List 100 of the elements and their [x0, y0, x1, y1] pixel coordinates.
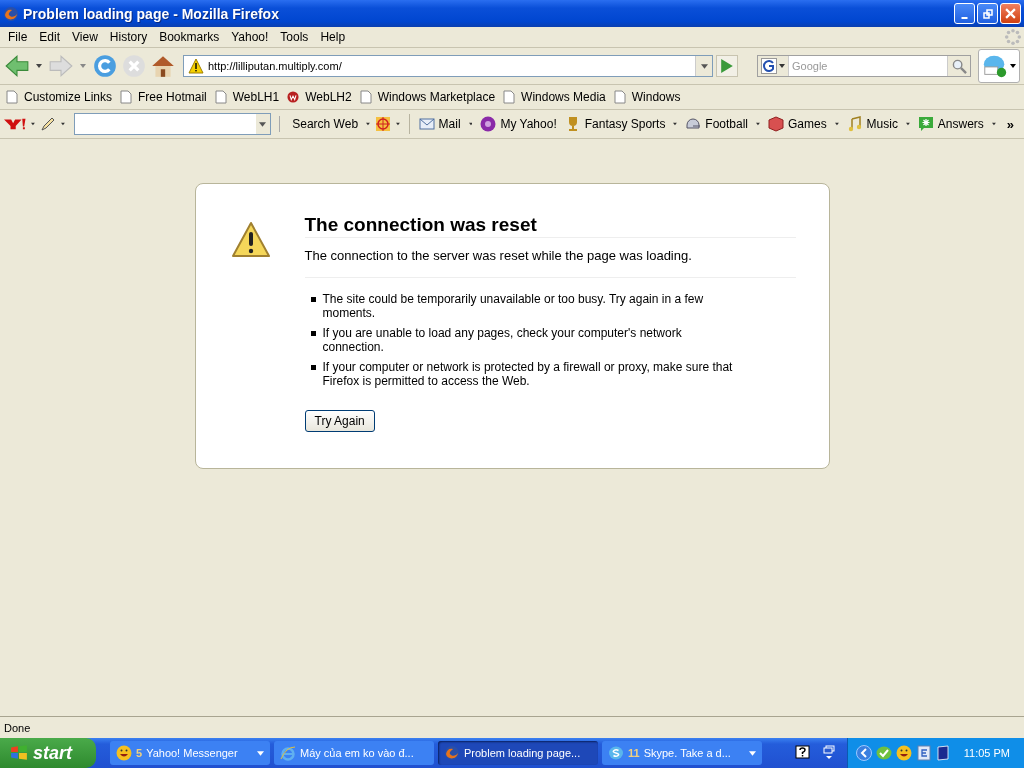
bookmark-item[interactable]: Windows Marketplace	[359, 90, 496, 104]
page-icon	[214, 90, 227, 104]
throbber-icon	[1004, 28, 1022, 46]
firefox-icon	[444, 745, 460, 761]
error-hint: If you are unable to load any pages, check your computer's network connection.	[310, 326, 796, 354]
toolbar-item[interactable]: Football	[682, 116, 752, 132]
toolbar-item[interactable]: My Yahoo!	[477, 116, 560, 132]
play-icon	[721, 59, 733, 73]
minimize-icon	[961, 16, 968, 19]
search-web-button[interactable]: Search Web	[289, 117, 362, 131]
more-button[interactable]: »	[1000, 116, 1020, 132]
yahoo-search-field[interactable]	[73, 113, 271, 135]
windows-stack-icon[interactable]	[820, 745, 837, 761]
g-logo-icon	[761, 58, 777, 74]
caret-icon	[1010, 64, 1016, 68]
error-title: The connection was reset	[304, 214, 796, 238]
toolbar-item[interactable]: Fantasy Sports	[561, 116, 669, 132]
menu-item[interactable]: Yahoo!	[225, 30, 275, 44]
search-box[interactable]: Google	[757, 55, 971, 77]
close-icon	[1005, 8, 1016, 19]
speech-bubble-icon	[917, 116, 934, 132]
toolbar-item[interactable]: Mail	[415, 116, 464, 132]
caret-icon[interactable]	[366, 122, 370, 126]
error-hint: If your computer or network is protected by a firewall or proxy, make sure that Firefox is permitted to access the Web.	[310, 360, 796, 388]
caret-icon[interactable]	[673, 122, 678, 126]
page-icon	[6, 90, 18, 104]
helmet-icon	[685, 116, 702, 132]
page-icon	[120, 90, 133, 104]
pencil-icon[interactable]	[40, 116, 57, 132]
caret-icon[interactable]	[259, 121, 267, 127]
bookmark-item[interactable]: WebLH1	[214, 90, 280, 104]
error-description: The connection to the server was reset while the page was loading.	[304, 248, 796, 278]
menu-item[interactable]: View	[66, 30, 104, 44]
taskbar-button[interactable]: 11 Skype. Take a d...	[602, 741, 762, 765]
check-icon[interactable]	[875, 745, 892, 761]
bookmark-item[interactable]: Customize Links	[6, 90, 113, 104]
taskbar-button[interactable]: Máy của em ko vào đ...	[274, 741, 434, 765]
toolbar-item[interactable]: Games	[764, 116, 830, 132]
menu-item[interactable]: Tools	[274, 30, 315, 44]
caret-icon[interactable]	[834, 122, 839, 126]
menu-item[interactable]: Help	[314, 30, 352, 44]
music-note-icon	[846, 116, 863, 132]
toolbar-item[interactable]: Music	[843, 116, 901, 132]
caret-icon[interactable]	[61, 122, 65, 126]
status-text: Done	[4, 721, 31, 734]
caret-icon[interactable]	[756, 122, 760, 126]
restore-button[interactable]	[977, 3, 998, 24]
bookmark-item[interactable]: Windows Media	[503, 90, 606, 104]
try-again-button[interactable]: Try Again	[304, 410, 375, 432]
caret-icon[interactable]	[991, 122, 996, 126]
envelope-icon	[418, 116, 435, 132]
go-button[interactable]	[716, 55, 738, 77]
minimize-button[interactable]	[954, 3, 975, 24]
caret-icon[interactable]	[396, 122, 400, 126]
clock: 11:05 PM	[963, 747, 1010, 759]
caret-icon[interactable]	[468, 122, 473, 126]
dropdown-button[interactable]	[695, 56, 712, 76]
warning-icon	[230, 220, 271, 260]
bookmark-item[interactable]: Windows	[613, 90, 681, 104]
window-title: Problem loading page - Mozilla Firefox	[23, 5, 280, 22]
back-arrow-icon[interactable]	[4, 53, 30, 79]
address-field[interactable]: http://lilliputan.multiply.com/	[183, 55, 713, 77]
page-icon	[359, 90, 372, 104]
firefox-icon	[3, 5, 19, 22]
restore-icon	[982, 8, 993, 19]
page-icon	[613, 90, 626, 104]
taskbar-button[interactable]: 5 Yahoo! Messenger	[110, 741, 270, 765]
search-engine-button[interactable]	[758, 56, 789, 76]
windows-logo-icon	[10, 744, 28, 762]
taskbar-button[interactable]: Problem loading page...	[438, 741, 598, 765]
start-button[interactable]: start	[0, 738, 96, 768]
search-icon	[951, 58, 967, 74]
help-icon[interactable]	[794, 745, 811, 761]
caret-icon[interactable]	[905, 122, 910, 126]
menu-item[interactable]: File	[2, 30, 34, 44]
toolbar-item[interactable]: Answers	[914, 116, 987, 132]
browser-icon	[280, 745, 296, 761]
caret-icon[interactable]	[36, 64, 42, 68]
menu-item[interactable]: History	[103, 30, 154, 44]
expand-tray-icon[interactable]	[855, 745, 872, 761]
w-logo-icon	[287, 90, 300, 104]
caret-icon	[700, 63, 708, 69]
reload-icon[interactable]	[92, 53, 118, 79]
error-hint: The site could be temporarily unavailable or too busy. Try again in a few moments.	[310, 292, 796, 320]
book-icon[interactable]	[935, 745, 952, 761]
menu-item[interactable]: Edit	[33, 30, 67, 44]
bookmark-item[interactable]: WebLH2	[287, 90, 352, 104]
document-icon[interactable]	[915, 745, 932, 761]
search-button[interactable]	[947, 56, 970, 76]
skype-button[interactable]	[978, 49, 1020, 83]
smiley-icon[interactable]	[895, 745, 912, 761]
cube-icon	[767, 116, 784, 132]
smiley-icon	[116, 745, 132, 761]
bookmark-item[interactable]: Free Hotmail	[120, 90, 207, 104]
menu-item[interactable]: Bookmarks	[153, 30, 226, 44]
caret-icon[interactable]	[31, 122, 36, 126]
caret-icon	[779, 64, 785, 68]
crosshair-icon[interactable]	[375, 116, 391, 132]
page-icon	[503, 90, 516, 104]
close-button[interactable]	[1000, 3, 1021, 24]
